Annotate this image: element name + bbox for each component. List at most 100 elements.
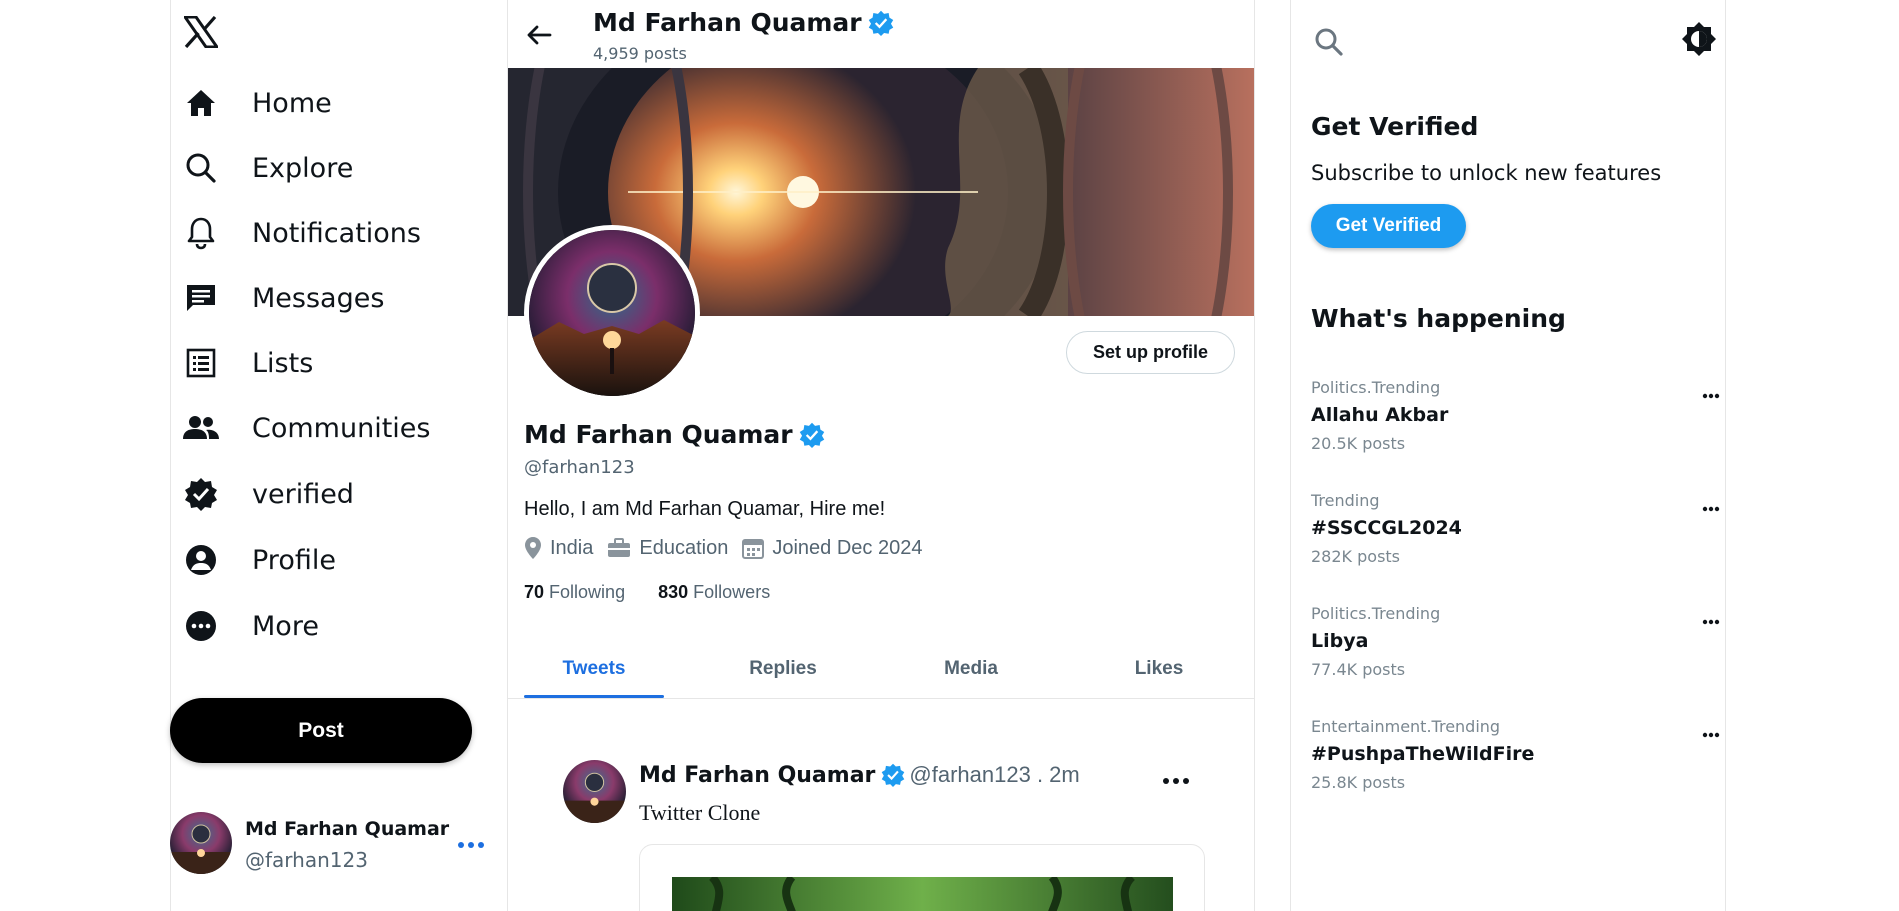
tab-media[interactable]: Media [901, 640, 1041, 698]
calendar-icon [742, 539, 765, 559]
sidebar-item-notifications[interactable]: Notifications [182, 210, 421, 256]
sidebar-item-explore[interactable]: Explore [182, 145, 353, 191]
trend-item[interactable]: Trending #SSCCGL2024 282K posts [1311, 491, 1720, 587]
trend-count: 20.5K posts [1311, 434, 1406, 453]
sidebar-item-home[interactable]: Home [182, 80, 332, 126]
tab-replies[interactable]: Replies [713, 640, 853, 698]
profile-tabs: Tweets Replies Media Likes [524, 640, 1254, 698]
header-name-text: Md Farhan Quamar [593, 8, 862, 37]
trend-title: #SSCCGL2024 [1311, 517, 1462, 539]
sidebar-item-profile[interactable]: Profile [182, 537, 336, 583]
sidebar-item-label: More [252, 610, 319, 642]
following-count: 70 [524, 582, 545, 602]
search-icon[interactable] [1313, 26, 1345, 63]
sidebar-item-label: verified [252, 478, 354, 510]
trend-title: Libya [1311, 630, 1369, 652]
more-icon[interactable] [1702, 499, 1720, 517]
account-handle: @farhan123 [245, 848, 368, 872]
sidebar: Home Explore Notifications Messages List… [170, 0, 506, 911]
set-up-profile-button[interactable]: Set up profile [1066, 331, 1235, 374]
trend-count: 282K posts [1311, 547, 1401, 566]
get-verified-button[interactable]: Get Verified [1311, 204, 1466, 248]
sidebar-item-more[interactable]: More [182, 603, 319, 649]
sidebar-item-label: Communities [252, 412, 431, 444]
sidebar-item-communities[interactable]: Communities [182, 405, 430, 451]
more-icon[interactable] [1162, 772, 1190, 790]
theme-toggle-icon[interactable] [1681, 21, 1717, 62]
work-text: Education [639, 536, 729, 559]
main-right-border [1254, 0, 1255, 911]
more-icon[interactable] [1702, 725, 1720, 743]
sidebar-item-label: Lists [252, 347, 314, 379]
tab-likes[interactable]: Likes [1089, 640, 1229, 698]
home-icon [182, 84, 220, 122]
tweet-header: Md Farhan Quamar @farhan123 . 2m [639, 762, 1080, 788]
verified-badge-icon [868, 10, 894, 36]
search-icon [182, 149, 220, 187]
tabs-divider [508, 698, 1254, 699]
location-text: India [550, 536, 594, 559]
get-verified-subtitle: Subscribe to unlock new features [1311, 161, 1662, 185]
right-sidebar: Get Verified Subscribe to unlock new fea… [1291, 0, 1725, 911]
profile-main: Md Farhan Quamar 4,959 posts Set up prof… [508, 0, 1254, 911]
trend-category: Trending [1311, 491, 1380, 510]
profile-header-bar: Md Farhan Quamar 4,959 posts [508, 0, 1254, 68]
sidebar-item-label: Profile [252, 544, 336, 576]
more-icon[interactable] [1702, 386, 1720, 404]
person-icon [182, 541, 220, 579]
trend-title: Allahu Akbar [1311, 404, 1449, 426]
sidebar-item-label: Messages [252, 282, 385, 314]
get-verified-title: Get Verified [1311, 112, 1479, 141]
post-button[interactable]: Post [170, 698, 472, 763]
briefcase-icon [608, 538, 631, 557]
verified-badge-icon [182, 475, 220, 513]
account-switcher[interactable]: Md Farhan Quamar @farhan123 [170, 812, 490, 876]
location-pin-icon [525, 537, 541, 559]
profile-name: Md Farhan Quamar [524, 420, 825, 449]
posts-count: 4,959 posts [593, 44, 687, 63]
tweet[interactable]: Md Farhan Quamar @farhan123 . 2m Twitter… [508, 740, 1254, 911]
following-label: Following [549, 582, 626, 602]
trend-count: 77.4K posts [1311, 660, 1406, 679]
tweet-media-card[interactable] [639, 844, 1205, 911]
account-name: Md Farhan Quamar [245, 818, 450, 840]
profile-joined: Joined Dec 2024 [742, 537, 922, 560]
tweet-image [672, 877, 1173, 911]
sidebar-item-label: Home [252, 87, 332, 119]
sidebar-item-verified[interactable]: verified [182, 471, 354, 517]
profile-bio: Hello, I am Md Farhan Quamar, Hire me! [524, 498, 886, 520]
tweet-text: Twitter Clone [639, 800, 761, 825]
trend-item[interactable]: Politics.Trending Libya 77.4K posts [1311, 604, 1720, 700]
more-circle-icon [182, 607, 220, 645]
avatar[interactable] [563, 760, 626, 823]
profile-location: India [524, 536, 593, 560]
x-logo-icon[interactable] [182, 15, 220, 50]
trend-item[interactable]: Entertainment.Trending #PushpaTheWildFir… [1311, 717, 1720, 813]
sidebar-item-lists[interactable]: Lists [182, 340, 313, 386]
profile-handle: @farhan123 [524, 457, 635, 478]
trend-category: Politics.Trending [1311, 378, 1441, 397]
followers-label: Followers [693, 582, 771, 602]
back-arrow-icon[interactable] [524, 20, 554, 55]
list-icon [182, 344, 220, 382]
tab-tweets[interactable]: Tweets [524, 640, 664, 698]
sidebar-item-label: Notifications [252, 217, 421, 249]
profile-name-text: Md Farhan Quamar [524, 420, 793, 449]
people-icon [182, 409, 220, 447]
followers-link[interactable]: 830 Followers [658, 582, 770, 602]
trend-count: 25.8K posts [1311, 773, 1406, 792]
more-icon[interactable] [457, 836, 485, 854]
sidebar-item-label: Explore [252, 152, 354, 184]
profile-avatar[interactable] [524, 225, 700, 401]
more-icon[interactable] [1702, 612, 1720, 630]
verified-badge-icon [881, 763, 905, 787]
sidebar-item-messages[interactable]: Messages [182, 275, 384, 321]
right-right-border [1725, 0, 1726, 911]
whats-happening-title: What's happening [1311, 304, 1566, 333]
trend-item[interactable]: Politics.Trending Allahu Akbar 20.5K pos… [1311, 378, 1720, 474]
following-link[interactable]: 70 Following [524, 582, 625, 602]
avatar [170, 812, 232, 874]
tweet-author-name[interactable]: Md Farhan Quamar [639, 763, 875, 788]
verified-badge-icon [799, 422, 825, 448]
trend-category: Politics.Trending [1311, 604, 1441, 623]
